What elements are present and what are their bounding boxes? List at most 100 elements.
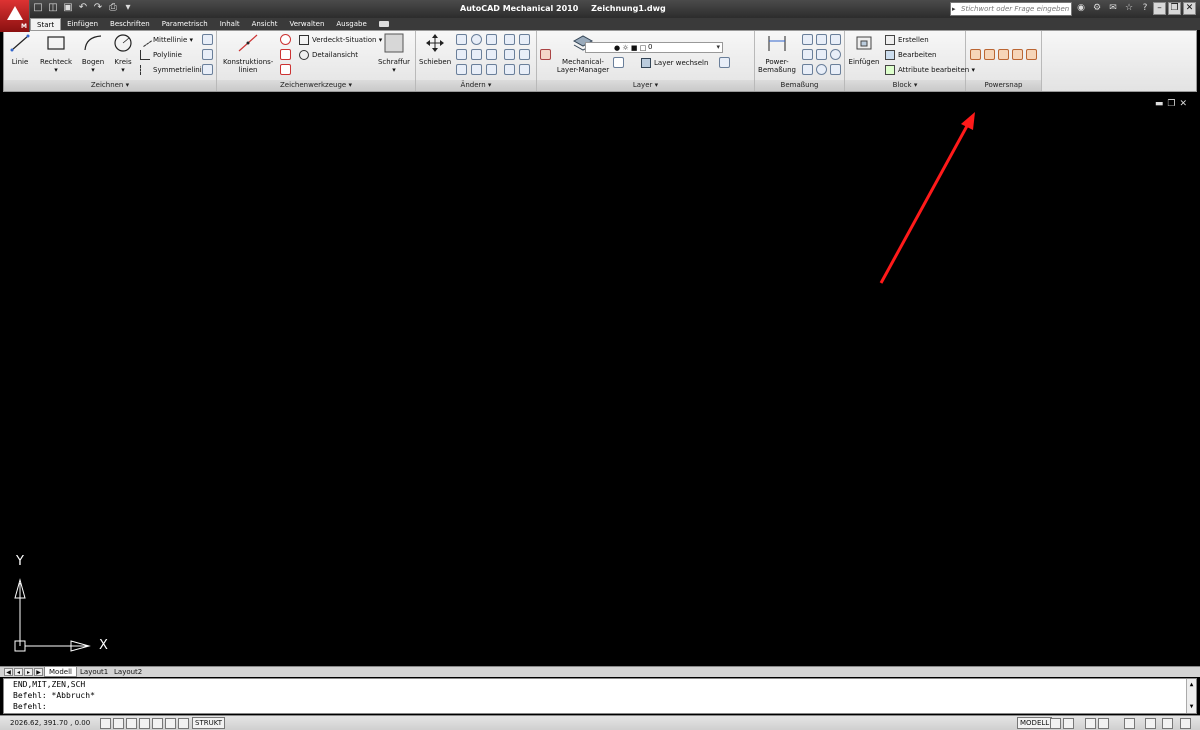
power-edit-icon[interactable]	[519, 34, 530, 45]
tab-layout1[interactable]: Layout1	[76, 667, 112, 677]
osnap-toggle-icon[interactable]	[152, 718, 163, 729]
communication-icon[interactable]: ✉	[1107, 2, 1119, 15]
pan-icon[interactable]	[1085, 718, 1096, 729]
scale-icon[interactable]	[486, 49, 497, 60]
subscription-icon[interactable]: ⚙	[1091, 2, 1103, 15]
mirror-icon[interactable]	[456, 49, 467, 60]
powersnap-5-icon[interactable]	[1026, 49, 1037, 60]
schraffur-button[interactable]: Schraffur ▾	[377, 33, 411, 74]
lightbulb-icon[interactable]: ●	[614, 44, 620, 52]
offset-icon[interactable]	[471, 64, 482, 75]
grid-toggle-icon[interactable]	[113, 718, 124, 729]
ortho-toggle-icon[interactable]	[126, 718, 137, 729]
mechanical-layer-manager-button[interactable]: Mechanical- Layer-Manager	[555, 33, 611, 74]
rechteck-button[interactable]: Rechteck ▾	[38, 33, 74, 74]
workspace-gear-icon[interactable]	[1124, 718, 1135, 729]
minimize-icon[interactable]: –	[1153, 2, 1166, 15]
join-icon[interactable]	[519, 49, 530, 60]
tab-verwalten[interactable]: Verwalten	[284, 18, 331, 30]
qat-dropdown-icon[interactable]: ▾	[122, 2, 134, 14]
close-icon[interactable]: ✕	[1183, 2, 1196, 15]
layer-tools-icon[interactable]	[540, 49, 551, 60]
panel-bemassung-label[interactable]: Bemaßung	[755, 80, 844, 91]
favorites-icon[interactable]: ☆	[1123, 2, 1135, 15]
construction-circle-icon[interactable]	[280, 34, 291, 45]
command-line[interactable]: END,MIT,ZEN,SCH Befehl: *Abbruch* Befehl…	[3, 678, 1197, 714]
undo-icon[interactable]: ↶	[77, 2, 89, 14]
help-icon[interactable]: ?	[1139, 2, 1151, 15]
clean-screen-icon[interactable]	[1180, 718, 1191, 729]
command-scrollbar[interactable]: ▲ ▼	[1186, 679, 1196, 713]
block-erstellen-button[interactable]: Erstellen	[885, 34, 929, 46]
powersnap-2-icon[interactable]	[984, 49, 995, 60]
tab-ansicht[interactable]: Ansicht	[246, 18, 284, 30]
ribbon-minimize-toggle[interactable]	[378, 21, 389, 27]
verdeckt-situation-button[interactable]: Verdeckt-Situation ▾	[299, 34, 382, 46]
explode-icon[interactable]	[519, 64, 530, 75]
snap-toggle-icon[interactable]	[100, 718, 111, 729]
panel-aendern-label[interactable]: Ändern ▾	[416, 80, 536, 91]
layer-dropdown[interactable]: 0	[585, 42, 723, 53]
baseline-dim-icon[interactable]	[830, 34, 841, 45]
panel-layer-label[interactable]: Layer ▾	[537, 80, 754, 91]
array-icon[interactable]	[486, 64, 497, 75]
new-file-icon[interactable]: □	[32, 2, 44, 14]
layout-quickview-icon[interactable]	[1050, 718, 1061, 729]
color-swatch-icon[interactable]: □	[640, 44, 647, 52]
linear-dim-icon[interactable]	[816, 34, 827, 45]
schieben-button[interactable]: Schieben	[419, 33, 451, 66]
binoculars-icon[interactable]: ◉	[1075, 2, 1087, 15]
help-search-input[interactable]: Stichwort oder Frage eingeben	[950, 2, 1072, 16]
prev-tab-icon[interactable]: ◂	[14, 668, 23, 676]
bogen-button[interactable]: Bogen ▾	[80, 33, 106, 74]
layer-properties-icon[interactable]	[613, 57, 624, 68]
save-icon[interactable]: ▣	[62, 2, 74, 14]
tab-start[interactable]: Start	[30, 18, 62, 30]
last-tab-icon[interactable]: ▶	[34, 668, 43, 676]
mittellinie-button[interactable]: Mittellinie ▾	[138, 33, 193, 47]
stretch-icon[interactable]	[471, 49, 482, 60]
construction-delete-icon[interactable]	[280, 49, 291, 60]
angular-dim-icon[interactable]	[802, 49, 813, 60]
panel-zeichenwerkzeuge-label[interactable]: Zeichenwerkzeuge ▾	[217, 80, 415, 91]
lock-icon[interactable]: ■	[631, 44, 638, 52]
diameter-dim-icon[interactable]	[830, 49, 841, 60]
first-tab-icon[interactable]: ◀	[4, 668, 13, 676]
strukt-button[interactable]: STRUKT	[192, 717, 226, 729]
copy-icon[interactable]	[456, 34, 467, 45]
powersnap-1-icon[interactable]	[970, 49, 981, 60]
construction-trim-icon[interactable]	[280, 64, 291, 75]
region-icon[interactable]	[202, 64, 213, 75]
tab-beschriften[interactable]: Beschriften	[104, 18, 156, 30]
dyn-toggle-icon[interactable]	[178, 718, 189, 729]
tab-einfuegen[interactable]: Einfügen	[61, 18, 104, 30]
panel-block-label[interactable]: Block ▾	[845, 80, 965, 91]
block-bearbeiten-button[interactable]: Bearbeiten	[885, 49, 936, 61]
otrack-toggle-icon[interactable]	[165, 718, 176, 729]
leader-icon[interactable]	[802, 64, 813, 75]
open-file-icon[interactable]: ◫	[47, 2, 59, 14]
polylinie-button[interactable]: Polylinie	[140, 49, 182, 61]
detailansicht-button[interactable]: Detailansicht	[299, 49, 358, 61]
lock-toolbar-icon[interactable]	[1145, 718, 1156, 729]
plot-icon[interactable]: ⎙	[107, 2, 119, 14]
modell-button[interactable]: MODELL	[1017, 717, 1053, 729]
linie-button[interactable]: Linie	[8, 33, 32, 66]
chamfer-icon[interactable]	[504, 64, 515, 75]
trim-icon[interactable]	[486, 34, 497, 45]
attribute-bearbeiten-button[interactable]: Attribute bearbeiten ▾	[885, 64, 975, 76]
aligned-dim-icon[interactable]	[802, 34, 813, 45]
surface-texture-icon[interactable]	[830, 64, 841, 75]
spline-icon[interactable]	[202, 49, 213, 60]
sun-icon[interactable]: ☼	[622, 44, 628, 52]
tools-icon[interactable]	[202, 34, 213, 45]
zoom-icon[interactable]	[1098, 718, 1109, 729]
tab-parametrisch[interactable]: Parametrisch	[156, 18, 214, 30]
application-menu-button[interactable]: M	[0, 0, 30, 32]
tab-layout2[interactable]: Layout2	[110, 667, 146, 677]
layer-wechseln-button[interactable]: Layer wechseln	[641, 57, 708, 69]
radius-dim-icon[interactable]	[816, 49, 827, 60]
command-prompt[interactable]: Befehl:	[13, 701, 1196, 712]
polar-toggle-icon[interactable]	[139, 718, 150, 729]
coordinate-display[interactable]: 2026.62, 391.70 , 0.00	[10, 718, 90, 729]
